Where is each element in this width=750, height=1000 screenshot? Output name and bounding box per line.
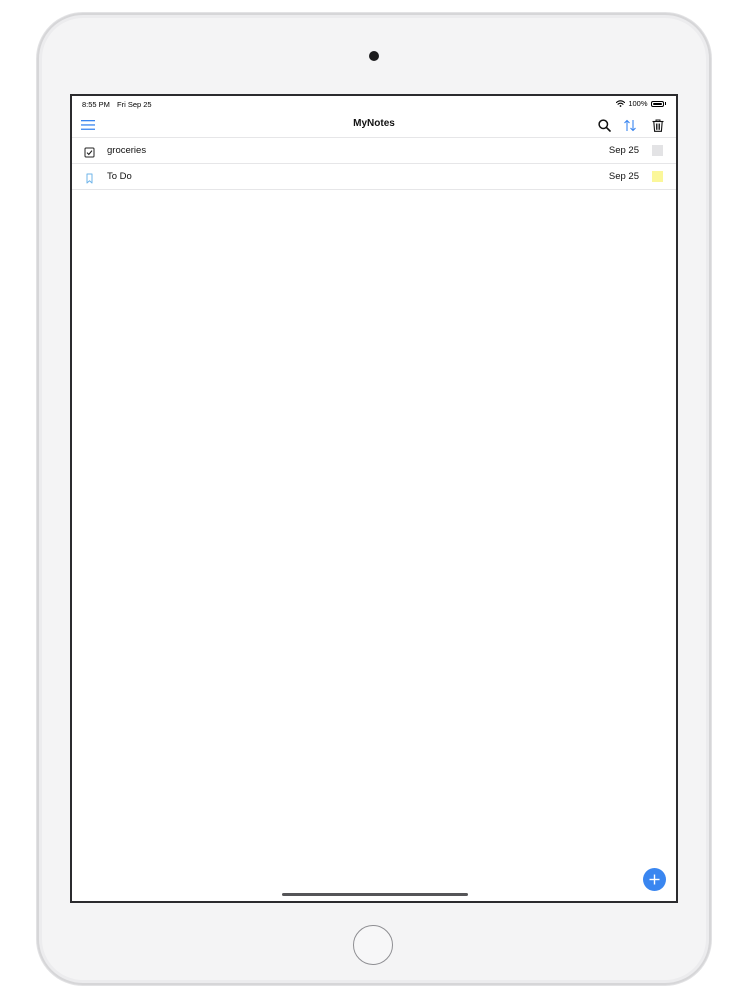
home-indicator xyxy=(282,893,468,896)
status-right: 100% xyxy=(616,99,666,108)
screen: 8:55 PM Fri Sep 25 100% MyNotes grocerie… xyxy=(70,94,678,903)
page-title: MyNotes xyxy=(353,118,395,129)
status-time: 8:55 PM xyxy=(82,100,110,109)
battery-icon xyxy=(650,100,664,107)
home-button[interactable] xyxy=(353,925,393,965)
notes-list: groceries Sep 25 To Do Sep 25 xyxy=(72,138,676,190)
battery-tip xyxy=(664,102,666,105)
plus-icon xyxy=(649,874,660,885)
battery-percent: 100% xyxy=(628,99,648,108)
camera xyxy=(369,51,379,61)
note-title: To Do xyxy=(107,171,132,182)
status-bar: 8:55 PM Fri Sep 25 100% xyxy=(72,96,676,112)
wifi-icon xyxy=(616,100,626,107)
trash-icon[interactable] xyxy=(650,117,666,133)
status-date: Fri Sep 25 xyxy=(117,100,152,109)
search-icon[interactable] xyxy=(596,117,612,133)
checklist-icon xyxy=(84,145,95,158)
note-date: Sep 25 xyxy=(608,145,639,156)
sort-icon[interactable] xyxy=(622,117,638,133)
list-item[interactable]: groceries Sep 25 xyxy=(72,138,676,164)
battery-fill xyxy=(652,102,662,105)
list-item[interactable]: To Do Sep 25 xyxy=(72,164,676,190)
bookmark-icon xyxy=(84,171,95,184)
note-title: groceries xyxy=(107,145,147,156)
note-color-swatch xyxy=(652,145,663,156)
note-date: Sep 25 xyxy=(608,171,639,182)
nav-bar: MyNotes xyxy=(72,112,676,138)
note-color-swatch xyxy=(652,171,663,182)
add-note-button[interactable] xyxy=(643,868,666,891)
